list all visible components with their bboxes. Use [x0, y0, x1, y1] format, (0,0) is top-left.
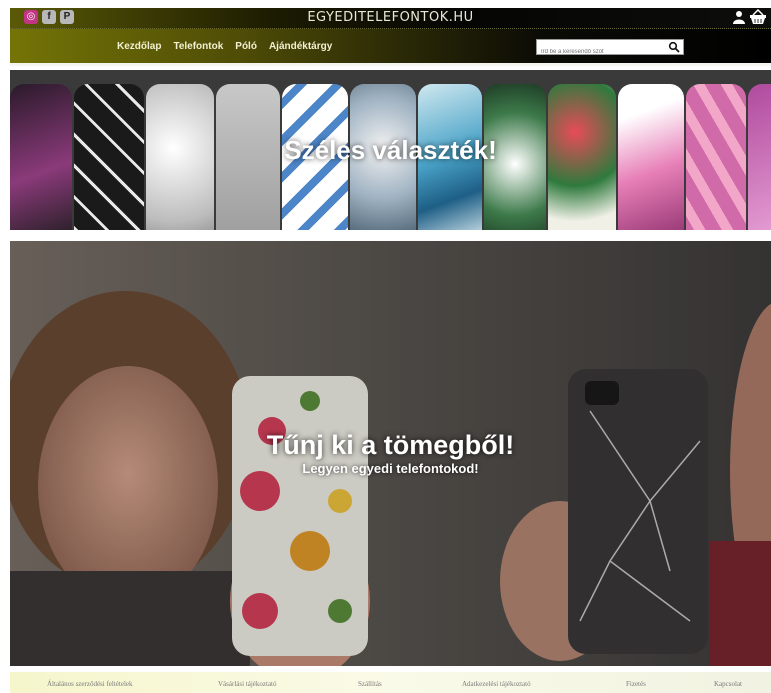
footer-link-terms[interactable]: Általános szerződési feltételek: [47, 680, 133, 688]
nav-divider: [10, 63, 771, 66]
main-nav-bar: Kezdőlap Telefontok Póló Ajándéktárgy: [10, 29, 771, 63]
footer-link-payment[interactable]: Fizetés: [626, 680, 646, 688]
footer-link-contact[interactable]: Kapcsolat: [714, 680, 742, 688]
footer-link-purchase-info[interactable]: Vásárlási tájékoztató: [218, 680, 277, 688]
nav-item-home[interactable]: Kezdőlap: [117, 41, 161, 52]
search-input[interactable]: [537, 45, 665, 59]
search-box: [536, 39, 684, 59]
hero-banner-stand-out[interactable]: Tűnj ki a tömegből! Legyen egyedi telefo…: [10, 241, 771, 666]
banner-title: Tűnj ki a tömegből!: [266, 430, 515, 460]
header-actions: [733, 9, 767, 25]
nav-item-gifts[interactable]: Ajándéktárgy: [269, 41, 332, 52]
banner-title: Széles választék!: [284, 135, 497, 165]
hero-banner-selection[interactable]: Széles választék!: [10, 70, 771, 230]
nav-item-phone-cases[interactable]: Telefontok: [173, 41, 223, 52]
footer: Általános szerződési feltételek Vásárlás…: [10, 672, 771, 693]
main-nav: Kezdőlap Telefontok Póló Ajándéktárgy: [117, 41, 332, 52]
nav-item-tshirt[interactable]: Póló: [235, 41, 257, 52]
top-bar: ◎ f P EGYEDITELEFONTOK.HU: [10, 8, 771, 29]
site-logo[interactable]: EGYEDITELEFONTOK.HU: [10, 10, 771, 25]
footer-link-privacy[interactable]: Adatkezelési tájékoztató: [462, 680, 531, 688]
user-icon[interactable]: [733, 10, 745, 24]
banner-subtitle: Legyen egyedi telefontokod!: [302, 461, 479, 476]
footer-link-shipping[interactable]: Szállítás: [358, 680, 382, 688]
search-icon[interactable]: [668, 41, 680, 53]
cart-icon[interactable]: [749, 9, 767, 25]
